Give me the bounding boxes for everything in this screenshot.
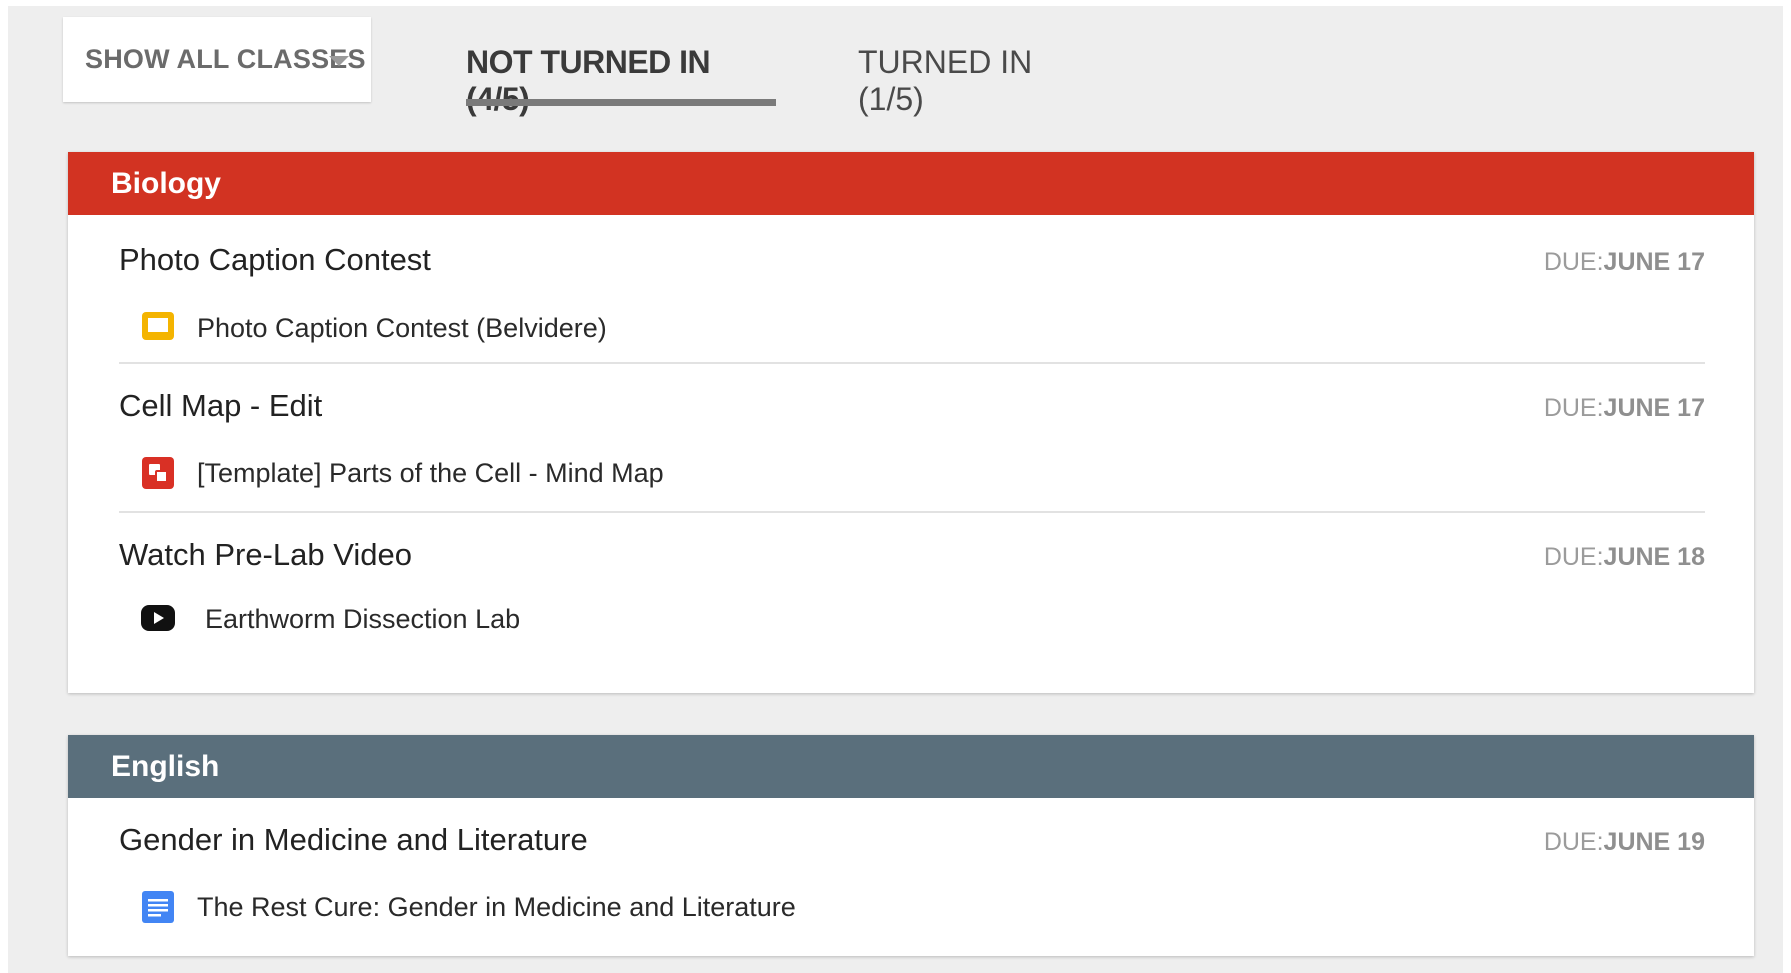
- due-label: DUE:: [1543, 543, 1604, 571]
- assignment-title[interactable]: Cell Map - Edit: [119, 388, 322, 424]
- material-link[interactable]: [Template] Parts of the Cell - Mind Map: [141, 456, 664, 490]
- material-link[interactable]: Photo Caption Contest (Belvidere): [141, 311, 607, 345]
- class-card-english: English Gender in Medicine and Literatur…: [68, 735, 1754, 956]
- page-background: SHOW ALL CLASSES NOT TURNED IN (4/5) TUR…: [8, 6, 1783, 973]
- due-date: DUE:JUNE 17: [1544, 248, 1705, 277]
- due-date-value: JUNE 17: [1603, 394, 1705, 422]
- material-title: Photo Caption Contest (Belvidere): [197, 312, 607, 343]
- tab-not-turned-in-label: NOT TURNED IN (4/5): [466, 44, 711, 117]
- tab-turned-in-label: TURNED IN (1/5): [858, 44, 1033, 117]
- due-date-value: JUNE 18: [1603, 543, 1705, 571]
- material-title: The Rest Cure: Gender in Medicine and Li…: [197, 891, 796, 922]
- tab-turned-in[interactable]: TURNED IN (1/5): [858, 20, 1080, 117]
- active-tab-indicator: [466, 99, 776, 106]
- due-label: DUE:: [1543, 828, 1604, 856]
- class-card-biology: Biology Photo Caption Contest DUE:JUNE 1…: [68, 152, 1754, 693]
- assignment-title[interactable]: Photo Caption Contest: [119, 242, 431, 278]
- mind-map-icon: [142, 457, 174, 489]
- material-link[interactable]: Earthworm Dissection Lab: [141, 602, 520, 636]
- assignment-title[interactable]: Gender in Medicine and Literature: [119, 822, 588, 858]
- due-label: DUE:: [1543, 248, 1604, 276]
- class-filter-dropdown[interactable]: SHOW ALL CLASSES: [63, 17, 371, 102]
- due-date-value: JUNE 19: [1603, 828, 1705, 856]
- due-date: DUE:JUNE 19: [1544, 828, 1705, 857]
- class-header-english[interactable]: English: [68, 735, 1754, 798]
- chevron-down-icon: [329, 56, 349, 66]
- assignment-watch-pre-lab-video[interactable]: Watch Pre-Lab Video DUE:JUNE 18 Earthwor…: [119, 513, 1705, 683]
- material-link[interactable]: The Rest Cure: Gender in Medicine and Li…: [141, 890, 796, 924]
- material-title: [Template] Parts of the Cell - Mind Map: [197, 457, 664, 488]
- class-header-biology[interactable]: Biology: [68, 152, 1754, 215]
- slides-icon: [142, 312, 174, 340]
- docs-icon: [142, 891, 174, 923]
- tab-not-turned-in[interactable]: NOT TURNED IN (4/5): [466, 20, 776, 117]
- due-date: DUE:JUNE 17: [1544, 394, 1705, 423]
- assignment-cell-map-edit[interactable]: Cell Map - Edit DUE:JUNE 17 [Template] P…: [119, 364, 1705, 511]
- youtube-icon: [141, 605, 175, 631]
- due-label: DUE:: [1543, 394, 1604, 422]
- assignment-title[interactable]: Watch Pre-Lab Video: [119, 537, 412, 573]
- due-date: DUE:JUNE 18: [1544, 543, 1705, 572]
- assignment-gender-in-medicine-and-literature[interactable]: Gender in Medicine and Literature DUE:JU…: [119, 798, 1705, 953]
- class-filter-label: SHOW ALL CLASSES: [85, 44, 366, 74]
- assignment-photo-caption-contest[interactable]: Photo Caption Contest DUE:JUNE 17 Photo …: [119, 215, 1705, 362]
- due-date-value: JUNE 17: [1603, 248, 1705, 276]
- material-title: Earthworm Dissection Lab: [205, 603, 521, 634]
